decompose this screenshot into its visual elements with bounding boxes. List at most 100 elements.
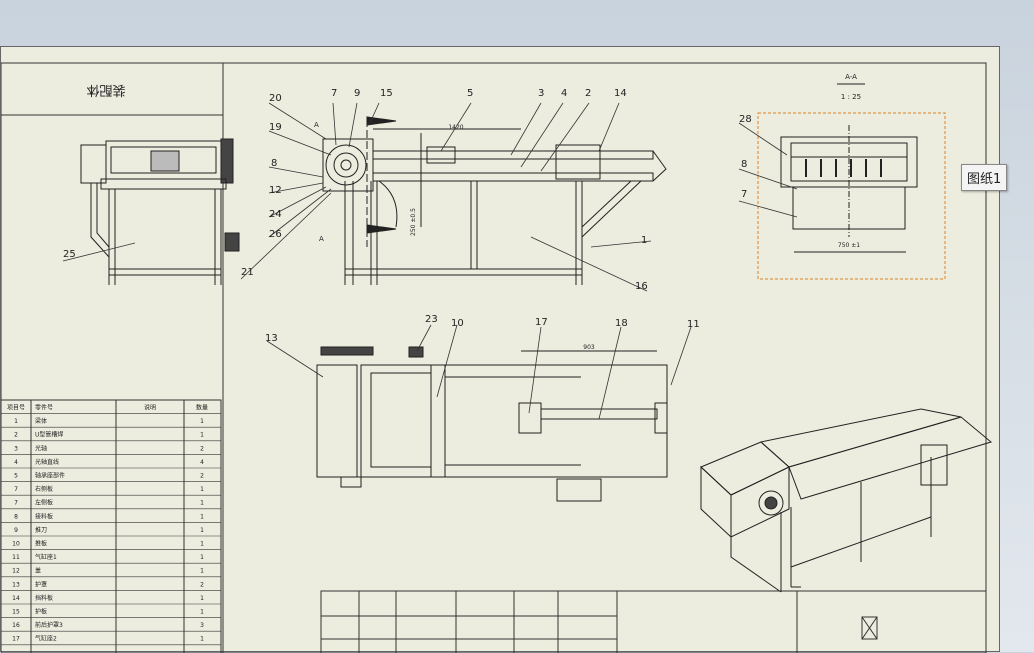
drawing-sheet: 装配体 A-A 1: 25 250 ±0.5 750 ±1 903 A A 2…: [0, 46, 1000, 653]
bom-cell: 1: [200, 513, 204, 520]
bom-cell: 气缸座2: [35, 635, 57, 643]
callout: 21: [241, 267, 254, 278]
bom-cell: 推刀: [35, 526, 47, 534]
callout: 2: [585, 88, 591, 99]
bom-cell: 7: [14, 486, 18, 493]
callout: 10: [451, 318, 464, 329]
bom-cell: 15: [12, 609, 20, 616]
callout: 12: [269, 185, 282, 196]
callout: 20: [269, 93, 282, 104]
callout: 7: [741, 189, 747, 200]
bom-header-cell: 零件号: [35, 404, 53, 412]
callout: 8: [741, 159, 747, 170]
callout: 13: [265, 333, 278, 344]
callout: 23: [425, 314, 438, 325]
bom-cell: 盖: [35, 567, 41, 575]
callout: 18: [615, 318, 628, 329]
callout: 14: [614, 88, 627, 99]
isometric-view: [700, 408, 993, 593]
bom-cell: 1: [14, 418, 18, 425]
bom-cell: 1: [200, 568, 204, 575]
bom-cell: 光轴直线: [35, 458, 59, 466]
callout: 11: [687, 319, 700, 330]
section-label: A-A: [845, 73, 857, 81]
bom-cell: 1: [200, 418, 204, 425]
bom-cell: 1: [200, 486, 204, 493]
bom-cell: 13: [12, 581, 20, 588]
bom-cell: 护板: [35, 608, 47, 616]
bom-cell: 推板: [35, 540, 47, 548]
bom-cell: 2: [200, 473, 204, 480]
callout: 26: [269, 229, 282, 240]
bom-cell: 11: [12, 554, 20, 561]
end-view: [80, 138, 240, 285]
callout: 9: [354, 88, 360, 99]
callouts: 20 7 9 15 5 3 4 2 14 19 8 12 24 26 21 25…: [63, 88, 752, 344]
bom-cell: 3: [14, 445, 18, 452]
callout: 1: [641, 235, 647, 246]
section-mark-a-top: A: [314, 121, 319, 129]
scale-label: 1 : 25: [841, 93, 861, 101]
callout: 24: [269, 209, 282, 220]
bom-cell: 14: [12, 595, 20, 602]
section-aa-view: [780, 125, 918, 253]
dim-250: 250 ±0.5: [410, 208, 417, 236]
bom-cell: 1: [200, 609, 204, 616]
bom-cell: 16: [12, 622, 20, 629]
bom-cell: 轴承座部件: [35, 472, 65, 480]
title-text: 装配体: [86, 82, 125, 97]
bom-cell: 1: [200, 595, 204, 602]
title-block-grid: [320, 590, 987, 653]
bom-cell: 4: [14, 459, 18, 466]
bom-cell: 1: [200, 432, 204, 439]
callout: 4: [561, 88, 567, 99]
bom-cell: 2: [14, 432, 18, 439]
bom-cell: 左侧板: [35, 499, 53, 507]
callout: 28: [739, 114, 752, 125]
callout: 5: [467, 88, 473, 99]
sheet-tab-tooltip[interactable]: 图纸1: [961, 164, 1008, 191]
bom-cell: 气缸座1: [35, 553, 57, 561]
bom-cell: 3: [200, 622, 204, 629]
bom-cell: 12: [12, 568, 20, 575]
bom-cell: 前后护罩3: [35, 621, 63, 629]
bom-cell: 梁体: [35, 417, 47, 425]
callout: 17: [535, 317, 548, 328]
section-mark-a-bottom: A: [319, 235, 324, 243]
callout: 8: [271, 158, 277, 169]
bom-cell: 2: [200, 445, 204, 452]
callout-leaders: [62, 102, 798, 420]
bom-cell: 1: [200, 541, 204, 548]
front-view: [322, 116, 667, 285]
callout: 16: [635, 281, 648, 292]
bom-cell: 1: [200, 636, 204, 643]
bom-header-cell: 数量: [196, 404, 208, 412]
bom-cell: 1: [200, 554, 204, 561]
bom-cell: 右侧板: [35, 485, 53, 493]
plan-view: [316, 346, 668, 502]
bom-cell: 挡料板: [35, 594, 53, 602]
bom-header-cell: 说明: [144, 404, 156, 412]
callout: 7: [331, 88, 337, 99]
bom-cell: 5: [14, 473, 18, 480]
bom-cell: 10: [12, 541, 20, 548]
bom-cell: 光轴: [35, 444, 47, 452]
dim-750: 750 ±1: [838, 242, 860, 249]
bom-cell: 8: [14, 513, 18, 520]
bom-header-cell: 项目号: [7, 405, 25, 412]
bom-cell: 7: [14, 500, 18, 507]
bom-cell: U型管槽焊: [35, 431, 63, 439]
bom-cell: 1: [200, 527, 204, 534]
bom-cell: 2: [200, 581, 204, 588]
bom-cell: 4: [200, 459, 204, 466]
callout: 19: [269, 122, 282, 133]
bom-cell: 9: [14, 527, 18, 534]
callout: 25: [63, 249, 76, 260]
callout: 3: [538, 88, 544, 99]
bom-cell: 护罩: [35, 580, 47, 588]
bom-table: 项目号 零件号 说明 数量1 梁体 12 U型管槽焊 13 光轴 24 光轴直线 45 轴承座部件 27 右…: [1, 399, 222, 653]
dim-903: 903: [583, 344, 595, 351]
drawing-canvas: 装配体 A-A 1: 25 250 ±0.5 750 ±1 903 A A 2…: [1, 62, 993, 653]
bom-cell: 1: [200, 500, 204, 507]
callout: 15: [380, 88, 393, 99]
